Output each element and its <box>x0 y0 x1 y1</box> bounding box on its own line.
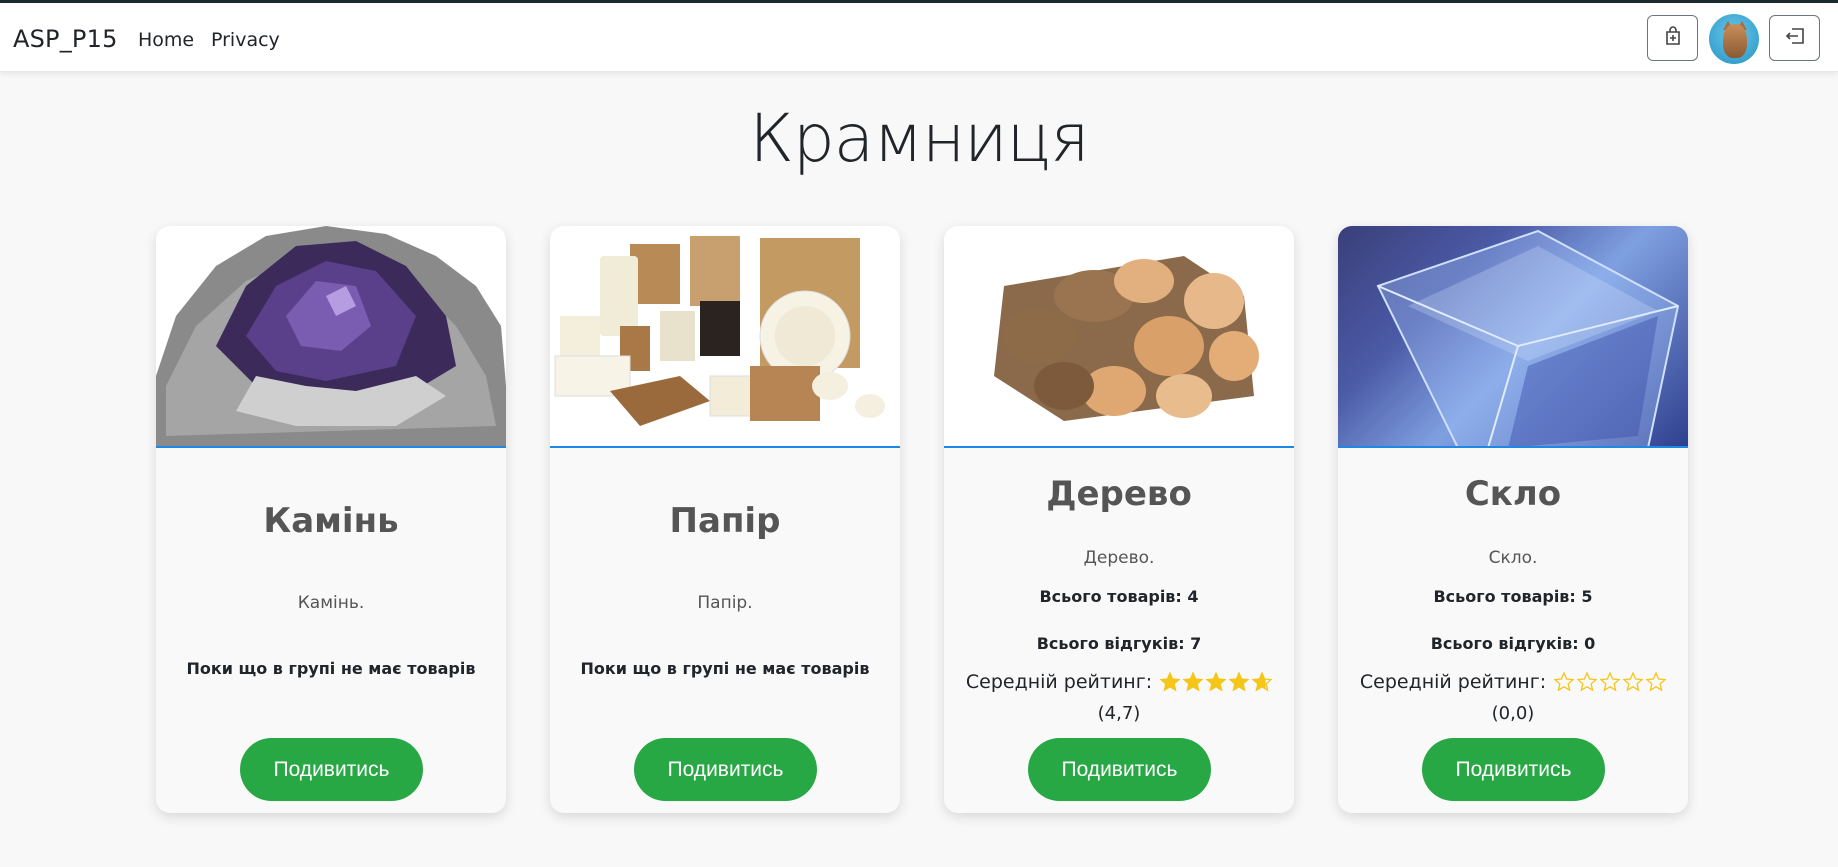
card-title: Камінь <box>263 501 399 541</box>
paper-image <box>550 226 900 448</box>
rating-stars <box>1554 672 1667 692</box>
card-title: Дерево <box>1046 474 1192 514</box>
cart-add-button[interactable] <box>1647 15 1698 61</box>
card-description: Папір. <box>697 593 753 613</box>
total-reviews-text: Всього відгуків: 0 <box>1430 634 1596 653</box>
category-card-glass: Скло Скло. Всього товарів: 5 Всього відг… <box>1338 226 1688 813</box>
card-title: Папір <box>669 501 781 541</box>
star-icon <box>1206 672 1227 692</box>
rating-stars <box>1160 672 1273 692</box>
star-icon <box>1577 672 1598 692</box>
no-items-text: Поки що в групі не має товарів <box>186 659 476 678</box>
star-icon <box>1160 672 1181 692</box>
rating-value: (4,7) <box>1097 703 1141 724</box>
stone-image <box>156 226 506 448</box>
cart-add-icon <box>1663 25 1683 51</box>
logout-button[interactable] <box>1769 15 1820 61</box>
card-description: Камінь. <box>297 593 365 613</box>
avatar[interactable] <box>1709 14 1759 64</box>
star-icon <box>1252 672 1273 692</box>
view-button[interactable]: Подивитись <box>1422 738 1605 801</box>
star-icon <box>1623 672 1644 692</box>
nav-link-privacy[interactable]: Privacy <box>211 29 280 51</box>
rating-label: Середній рейтинг: <box>1359 671 1547 693</box>
glass-image <box>1338 226 1688 448</box>
star-icon <box>1554 672 1575 692</box>
rating-line: Середній рейтинг: <box>944 671 1294 693</box>
view-button[interactable]: Подивитись <box>240 738 423 801</box>
view-button[interactable]: Подивитись <box>634 738 817 801</box>
card-title: Скло <box>1464 474 1562 514</box>
star-icon <box>1600 672 1621 692</box>
navbar: ASP_P15 Home Privacy <box>0 3 1838 72</box>
category-card-stone: Камінь Камінь. Поки що в групі не має то… <box>156 226 506 813</box>
star-icon <box>1646 672 1667 692</box>
brand-link[interactable]: ASP_P15 <box>13 25 118 53</box>
total-items-text: Всього товарів: 4 <box>1039 587 1199 606</box>
star-icon <box>1183 672 1204 692</box>
view-button[interactable]: Подивитись <box>1028 738 1211 801</box>
wood-image <box>944 226 1294 448</box>
card-description: Дерево. <box>1083 548 1155 568</box>
nav-link-home[interactable]: Home <box>138 29 194 51</box>
star-icon <box>1229 672 1250 692</box>
category-card-wood: Дерево Дерево. Всього товарів: 4 Всього … <box>944 226 1294 813</box>
total-reviews-text: Всього відгуків: 7 <box>1036 634 1202 653</box>
page-title: Крамниця <box>749 100 1089 177</box>
no-items-text: Поки що в групі не має товарів <box>580 659 870 678</box>
rating-label: Середній рейтинг: <box>965 671 1153 693</box>
card-description: Скло. <box>1488 548 1538 568</box>
rating-line: Середній рейтинг: <box>1338 671 1688 693</box>
category-card-paper: Папір Папір. Поки що в групі не має това… <box>550 226 900 813</box>
rating-value: (0,0) <box>1491 703 1535 724</box>
total-items-text: Всього товарів: 5 <box>1433 587 1593 606</box>
logout-icon <box>1784 27 1806 49</box>
